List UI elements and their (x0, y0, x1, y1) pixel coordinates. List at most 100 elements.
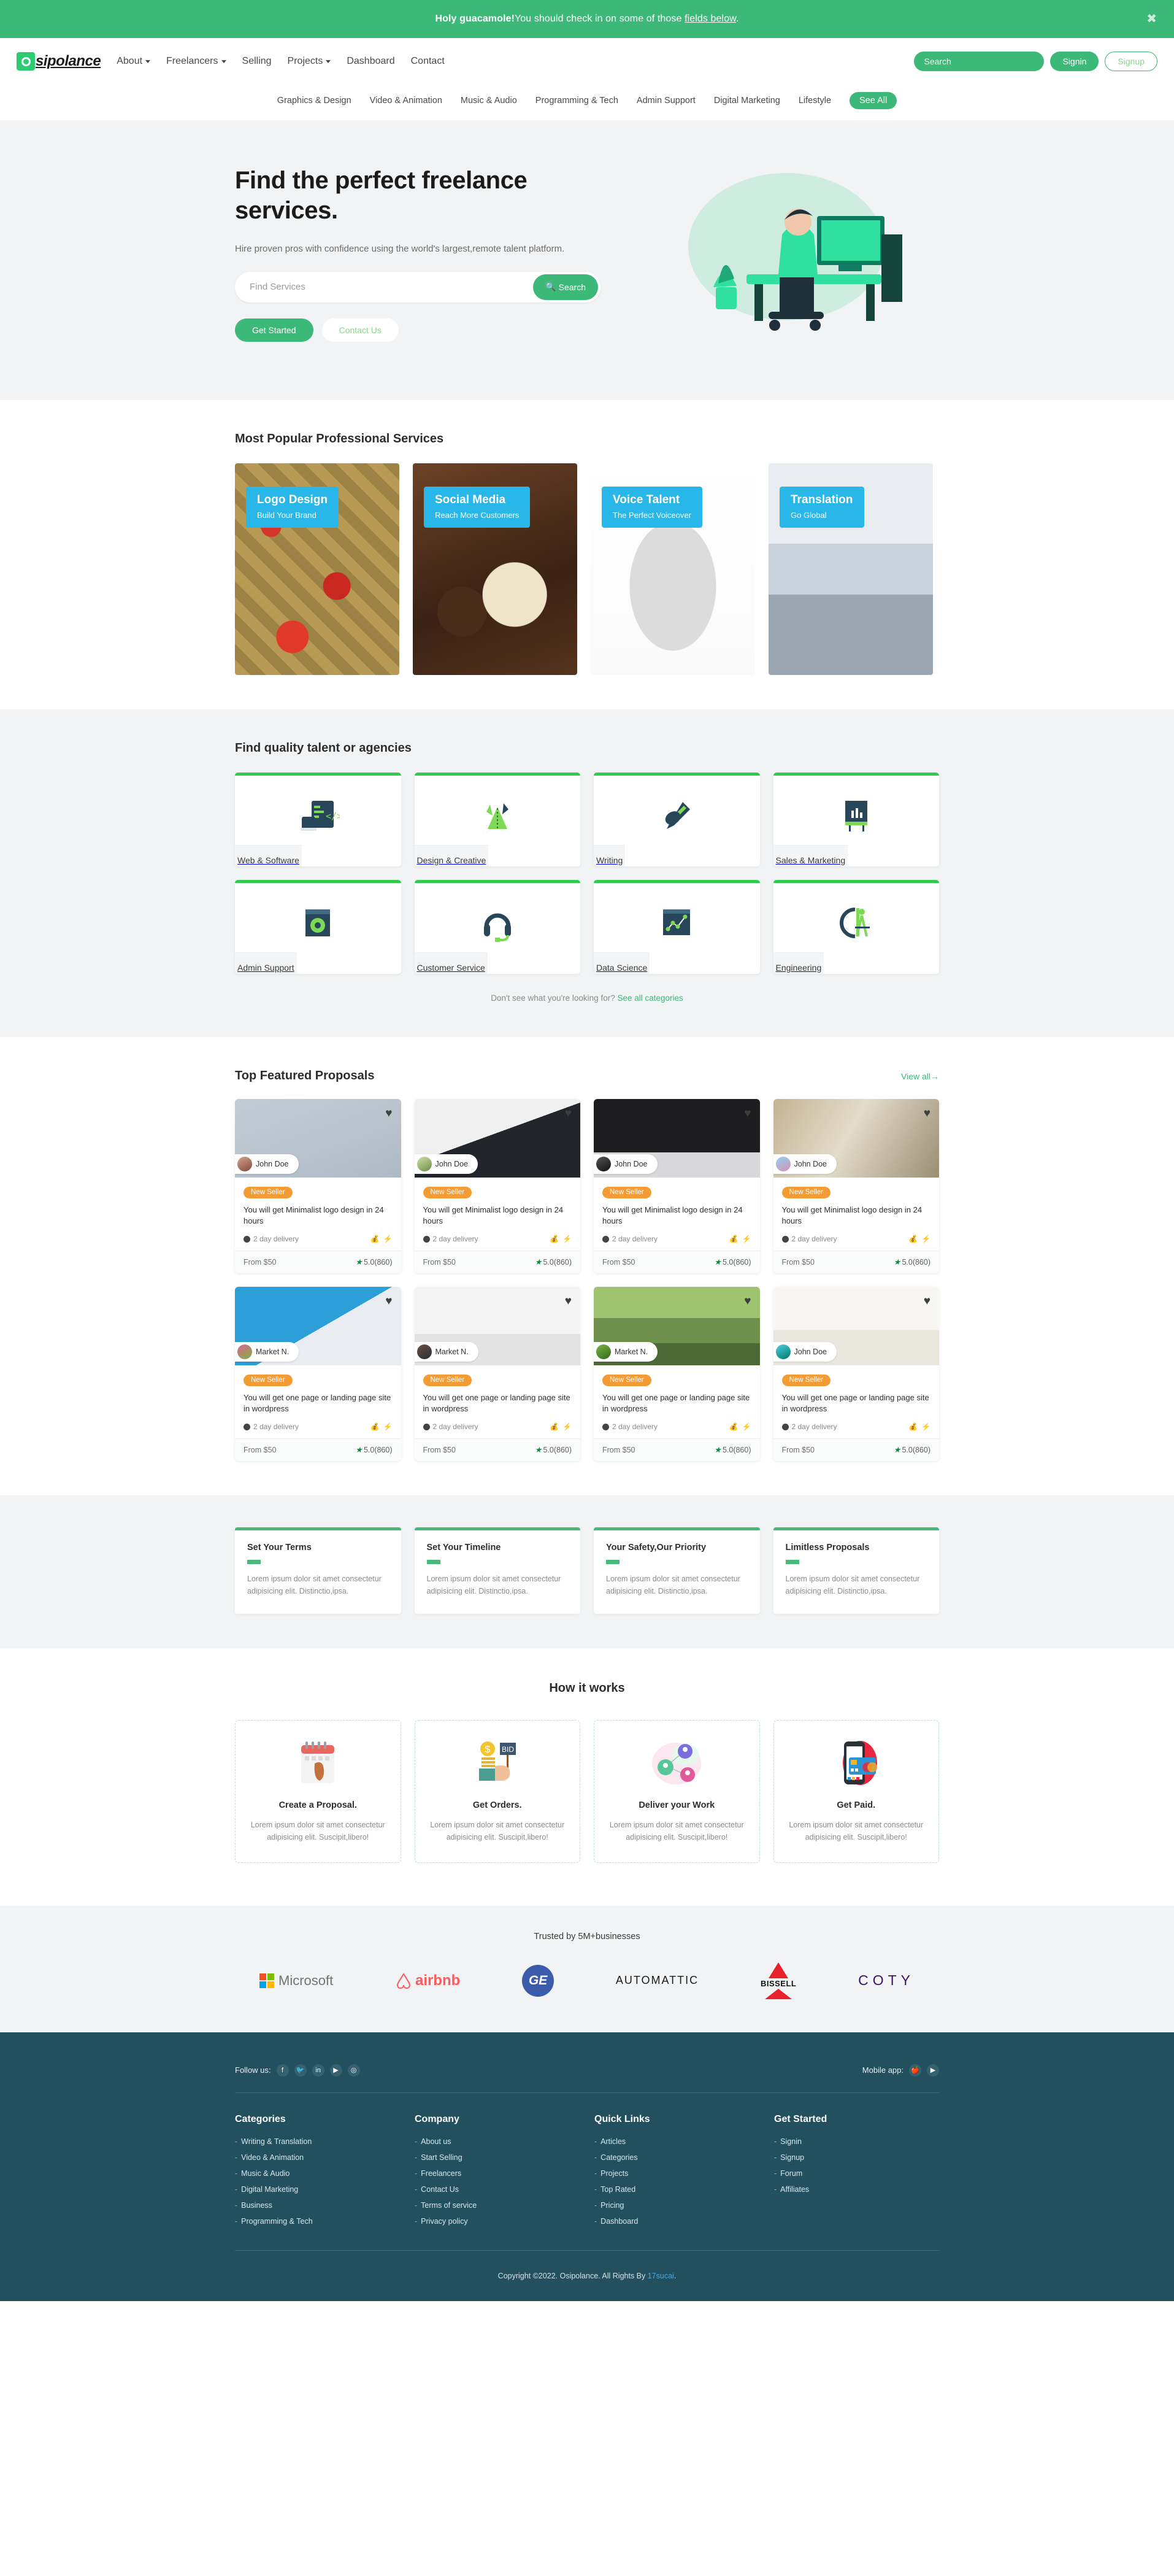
footer-link[interactable]: Business (241, 2201, 272, 2210)
footer-link[interactable]: Top Rated (600, 2185, 635, 2194)
nav-item-dashboard[interactable]: Dashboard (347, 56, 394, 67)
heart-icon[interactable]: ♥ (565, 1108, 572, 1119)
facebook-icon[interactable]: f (276, 2064, 289, 2077)
nav-item-contact[interactable]: Contact (411, 56, 445, 67)
contact-us-button[interactable]: Contact Us (321, 318, 399, 342)
heart-icon[interactable]: ♥ (744, 1108, 751, 1119)
heart-icon[interactable]: ♥ (924, 1108, 930, 1119)
close-icon[interactable]: ✖ (1143, 12, 1161, 26)
how-it-works-section: How it works Create a Proposal. Lorem ip… (0, 1648, 1174, 1906)
proposal-card[interactable]: ♥ John Doe New Seller You will get Minim… (235, 1099, 401, 1273)
how-step-text: Lorem ipsum dolor sit amet consectetur a… (789, 1820, 924, 1842)
footer-link[interactable]: Affiliates (780, 2185, 809, 2194)
twitter-icon[interactable]: 🐦 (294, 2064, 307, 2077)
chevron-down-icon (221, 60, 226, 63)
search-input[interactable] (914, 52, 1045, 71)
heart-icon[interactable]: ♥ (385, 1108, 392, 1119)
hero-search-button[interactable]: 🔍 Search (533, 274, 598, 300)
category-card-sales-marketing[interactable]: Sales & Marketing (773, 773, 939, 866)
get-started-button[interactable]: Get Started (235, 318, 313, 342)
heart-icon[interactable]: ♥ (565, 1295, 572, 1307)
apple-store-icon[interactable]: 🍎 (909, 2064, 921, 2077)
heart-icon[interactable]: ♥ (385, 1295, 392, 1307)
proposal-card[interactable]: ♥ John Doe New Seller You will get Minim… (594, 1099, 760, 1273)
play-store-icon[interactable]: ▶ (927, 2064, 939, 2077)
signin-button[interactable]: Signin (1050, 52, 1099, 71)
footer-link[interactable]: Terms of service (421, 2201, 477, 2210)
money-bag-icon: 💰 (370, 1422, 380, 1431)
footer-link[interactable]: Signin (780, 2137, 802, 2146)
category-card-customer-service[interactable]: Customer Service (414, 880, 580, 974)
linkedin-icon[interactable]: in (312, 2064, 324, 2077)
catnav-item-lifestyle[interactable]: Lifestyle (799, 96, 831, 106)
footer-link[interactable]: Start Selling (421, 2153, 462, 2162)
how-step-text: Lorem ipsum dolor sit amet consectetur a… (250, 1820, 385, 1842)
category-card-writing[interactable]: Writing (594, 773, 760, 866)
see-all-button[interactable]: See All (850, 92, 897, 109)
footer-link-item: - Freelancers (415, 2169, 580, 2178)
delivery-info: 2 day delivery (423, 1235, 478, 1243)
how-step-create-proposal: Create a Proposal. Lorem ipsum dolor sit… (235, 1719, 401, 1863)
footer-link[interactable]: Pricing (600, 2201, 624, 2210)
proposal-card[interactable]: ♥ Market N. New Seller You will get one … (414, 1287, 580, 1461)
popular-card-social-media[interactable]: Social Media Reach More Customers (413, 463, 577, 675)
category-card-design-creative[interactable]: Design & Creative (414, 773, 580, 866)
nav-item-selling[interactable]: Selling (242, 56, 272, 67)
heart-icon[interactable]: ♥ (744, 1295, 751, 1307)
nav-item-about[interactable]: About (117, 56, 151, 67)
proposal-price: From $50 (781, 1446, 815, 1454)
footer-link[interactable]: Privacy policy (421, 2217, 467, 2226)
footer-link-item: - Writing & Translation (235, 2137, 400, 2146)
popular-card-translation[interactable]: Translation Go Global (769, 463, 933, 675)
catnav-item-programming-tech[interactable]: Programming & Tech (535, 96, 618, 106)
catnav-item-music-audio[interactable]: Music & Audio (461, 96, 517, 106)
clock-icon (423, 1235, 430, 1243)
nav-item-projects[interactable]: Projects (288, 56, 331, 67)
footer-link[interactable]: Music & Audio (241, 2169, 290, 2178)
popular-card-logo-design[interactable]: Logo Design Build Your Brand (235, 463, 399, 675)
instagram-icon[interactable]: ◎ (347, 2064, 360, 2077)
footer-link[interactable]: Writing & Translation (241, 2137, 312, 2146)
proposal-card[interactable]: ♥ Market N. New Seller You will get one … (594, 1287, 760, 1461)
copyright-link[interactable]: 17sucai (648, 2272, 674, 2280)
catnav-item-video-animation[interactable]: Video & Animation (370, 96, 442, 106)
logo[interactable]: sipolance (17, 52, 101, 71)
footer-link[interactable]: Projects (600, 2169, 628, 2178)
footer-link[interactable]: Programming & Tech (241, 2217, 313, 2226)
footer-link[interactable]: Signup (780, 2153, 804, 2162)
catnav-item-admin-support[interactable]: Admin Support (637, 96, 696, 106)
footer-link[interactable]: Articles (600, 2137, 626, 2146)
category-card-web-software[interactable]: </> Web & Software (235, 773, 401, 866)
footer-link[interactable]: Freelancers (421, 2169, 461, 2178)
footer-link[interactable]: Forum (780, 2169, 802, 2178)
dash-icon: - (594, 2200, 597, 2210)
footer-link[interactable]: Digital Marketing (241, 2185, 298, 2194)
proposal-card[interactable]: ♥ Market N. New Seller You will get one … (235, 1287, 401, 1461)
category-card-data-science[interactable]: Data Science (594, 880, 760, 974)
proposal-card[interactable]: ♥ John Doe New Seller You will get one p… (773, 1287, 939, 1461)
popular-card-voice-talent[interactable]: Voice Talent The Perfect Voiceover (591, 463, 755, 675)
footer-link[interactable]: Video & Animation (241, 2153, 304, 2162)
proposal-card[interactable]: ♥ John Doe New Seller You will get Minim… (414, 1099, 580, 1273)
seller-name: John Doe (256, 1160, 289, 1168)
proposal-card[interactable]: ♥ John Doe New Seller You will get Minim… (773, 1099, 939, 1273)
signup-button[interactable]: Signup (1105, 52, 1157, 71)
heart-icon[interactable]: ♥ (924, 1295, 930, 1307)
category-card-admin-support[interactable]: Admin Support (235, 880, 401, 974)
alert-link[interactable]: fields below (685, 13, 736, 24)
footer-link[interactable]: Contact Us (421, 2185, 459, 2194)
proposal-title: You will get one page or landing page si… (781, 1393, 929, 1414)
catnav-item-graphics-design[interactable]: Graphics & Design (277, 96, 351, 106)
catnav-item-digital-marketing[interactable]: Digital Marketing (714, 96, 780, 106)
see-all-categories-link[interactable]: See all categories (617, 993, 683, 1003)
youtube-icon[interactable]: ▶ (329, 2064, 342, 2077)
nav-item-freelancers[interactable]: Freelancers (166, 56, 226, 67)
footer-link[interactable]: Dashboard (600, 2217, 638, 2226)
category-card-engineering[interactable]: Engineering (773, 880, 939, 974)
view-all-link[interactable]: View all→ (901, 1071, 939, 1081)
footer-link[interactable]: About us (421, 2137, 451, 2146)
divider (247, 1560, 261, 1564)
footer-link-item: - Signin (774, 2137, 939, 2146)
footer-link[interactable]: Categories (600, 2153, 637, 2162)
clock-icon (244, 1423, 250, 1430)
